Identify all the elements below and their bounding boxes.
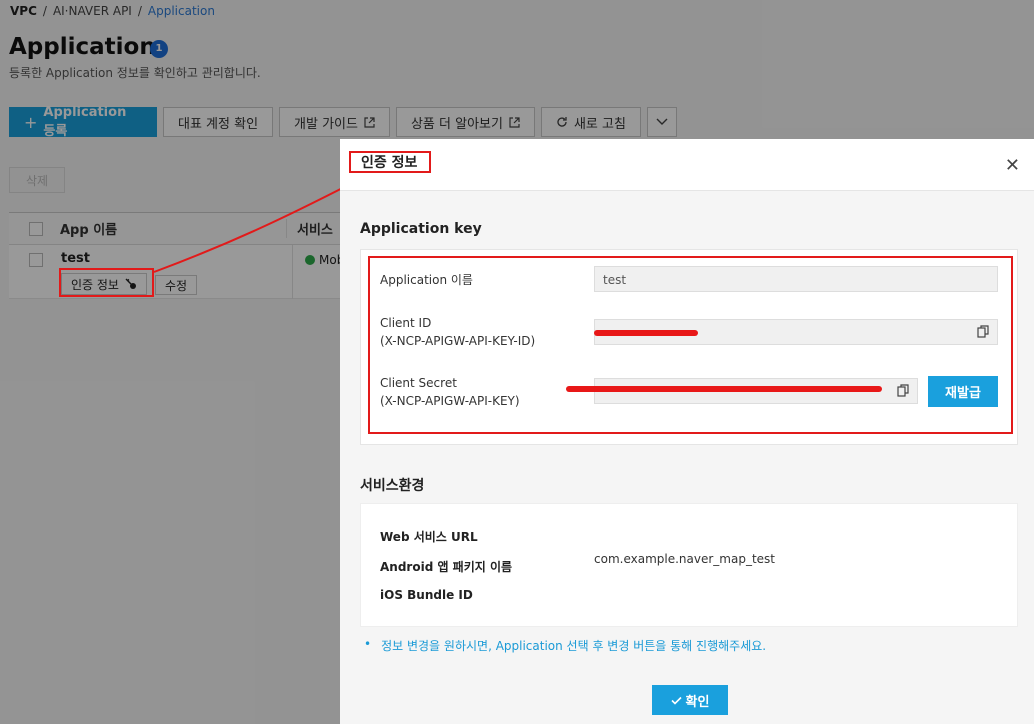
android-package-value: com.example.naver_map_test — [594, 552, 775, 566]
service-env-heading: 서비스환경 — [360, 478, 425, 494]
notice-text: 정보 변경을 원하시면, Application 선택 후 변경 버튼을 통해 … — [381, 639, 767, 653]
client-secret-title: Client Secret — [380, 376, 457, 390]
client-secret-label: Client Secret (X-NCP-APIGW-API-KEY) — [380, 374, 520, 410]
copy-icon[interactable] — [977, 325, 989, 338]
modal-title: 인증 정보 — [361, 155, 418, 171]
ios-bundle-label: iOS Bundle ID — [380, 588, 473, 602]
service-env-panel: Web 서비스 URL Android 앱 패키지 이름 com.example… — [360, 503, 1018, 627]
confirm-button[interactable]: 확인 — [652, 685, 728, 715]
redaction-mark — [594, 330, 698, 336]
regenerate-button[interactable]: 재발급 — [928, 376, 998, 407]
client-id-label: Client ID (X-NCP-APIGW-API-KEY-ID) — [380, 314, 535, 350]
client-id-subtitle: (X-NCP-APIGW-API-KEY-ID) — [380, 334, 536, 348]
web-url-label: Web 서비스 URL — [380, 530, 478, 544]
application-key-panel: Application 이름 test Client ID (X-NCP-API… — [360, 249, 1018, 445]
redaction-mark — [566, 386, 882, 392]
android-package-label: Android 앱 패키지 이름 — [380, 560, 513, 574]
client-secret-subtitle: (X-NCP-APIGW-API-KEY) — [380, 394, 520, 408]
copy-icon[interactable] — [897, 384, 909, 397]
close-icon[interactable]: ✕ — [1005, 155, 1020, 176]
modal-header: 인증 정보 ✕ — [340, 139, 1034, 191]
auth-info-modal: 인증 정보 ✕ Application key Application 이름 t… — [340, 139, 1034, 724]
app-name-field[interactable]: test — [594, 266, 998, 292]
app-name-label: Application 이름 — [380, 273, 473, 287]
client-id-title: Client ID — [380, 316, 432, 330]
confirm-label: 확인 — [685, 694, 710, 710]
bullet-icon: • — [364, 637, 372, 651]
check-icon — [670, 696, 682, 705]
info-notice: • 정보 변경을 원하시면, Application 선택 후 변경 버튼을 통… — [364, 637, 766, 654]
application-key-heading: Application key — [360, 221, 482, 237]
